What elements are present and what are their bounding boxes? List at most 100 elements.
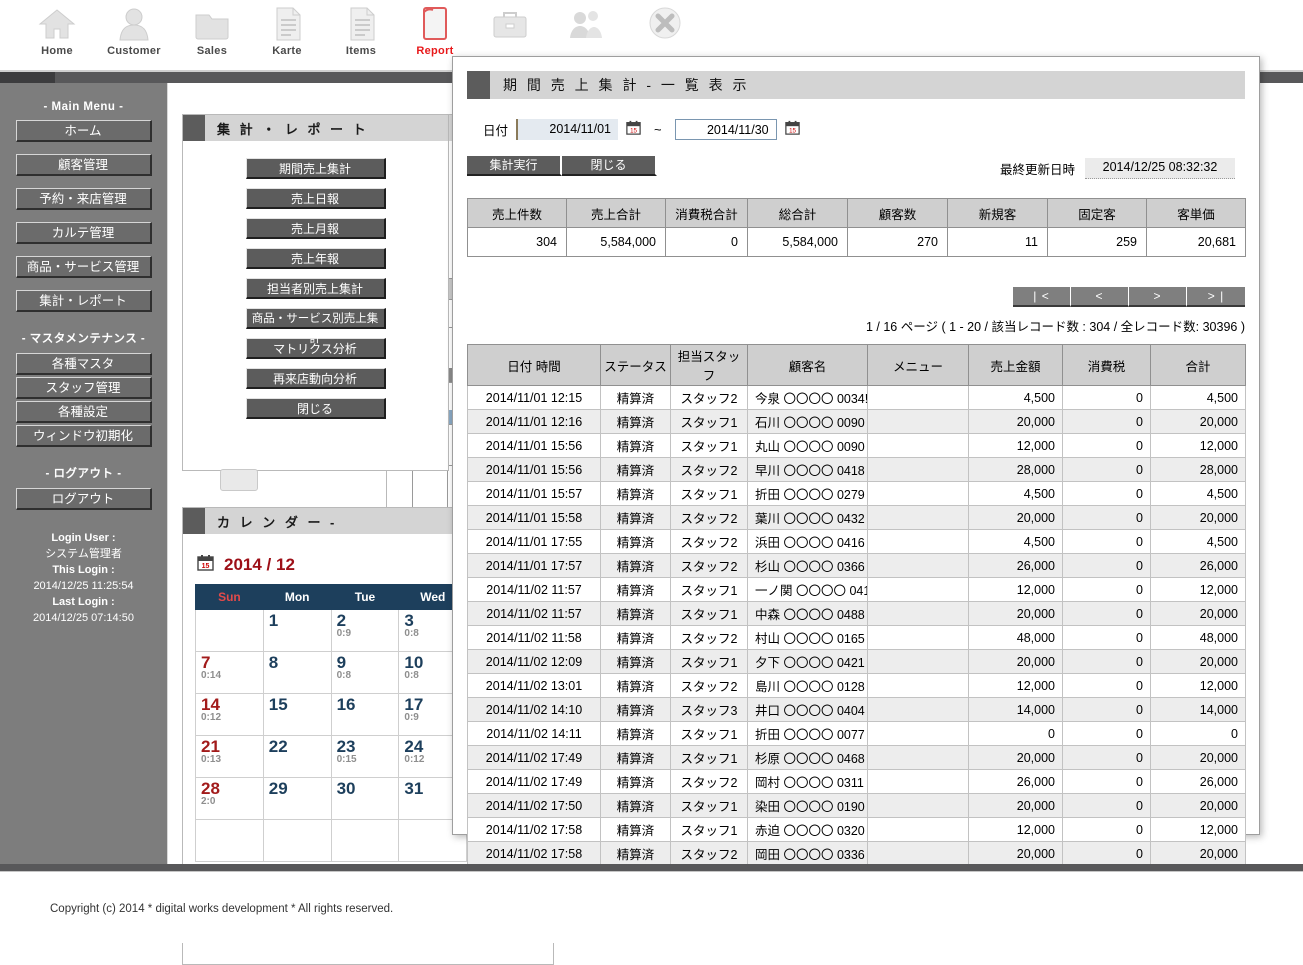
table-row[interactable]: 2014/11/02 14:11 精算済 スタッフ1 折田 〇〇〇〇 0077 0 0 0	[467, 721, 1246, 746]
grid-column-header[interactable]: 消費税	[1062, 344, 1151, 386]
summary-column-header: 売上合計	[566, 198, 666, 228]
cell-total: 14,000	[1150, 697, 1246, 722]
cell-status: 精算済	[600, 433, 671, 458]
calendar-day-cell[interactable]: 30	[330, 777, 400, 820]
sidebar-item-masters[interactable]: 各種マスタ	[15, 353, 152, 375]
page-prev-button[interactable]: <	[1071, 287, 1129, 307]
table-row[interactable]: 2014/11/01 12:15 精算済 スタッフ2 今泉 〇〇〇〇 0034! 4,5…	[467, 385, 1246, 410]
table-row[interactable]: 2014/11/02 11:57 精算済 スタッフ1 中森 〇〇〇〇 0488 20,0…	[467, 601, 1246, 626]
sidebar-item-staff[interactable]: スタッフ管理	[15, 377, 152, 399]
cell-tax: 0	[1062, 433, 1151, 458]
table-row[interactable]: 2014/11/02 17:49 精算済 スタッフ2 岡村 〇〇〇〇 0311 26,0…	[467, 769, 1246, 794]
report-btn-matrix[interactable]: マトリクス分析	[245, 338, 386, 359]
nav-item-customer[interactable]: Customer	[89, 4, 179, 68]
calendar-day-cell[interactable]: 28 2:0	[195, 777, 264, 820]
report-menu-window[interactable]: 集 計 ・ レ ポ ー ト 期間売上集計 売上日報 売上月報 売上年報 担当者別…	[182, 114, 449, 471]
calendar-day-cell[interactable]: 1	[262, 609, 332, 652]
calendar-day-cell[interactable]	[195, 819, 264, 862]
calendar-day-cell[interactable]: 22	[262, 735, 332, 778]
scroll-thumb[interactable]	[220, 469, 258, 491]
table-row[interactable]: 2014/11/01 15:56 精算済 スタッフ1 丸山 〇〇〇〇 0090 12,0…	[467, 433, 1246, 458]
sidebar-item-logout[interactable]: ログアウト	[15, 488, 152, 510]
last-update-label: 最終更新日時	[999, 163, 1075, 177]
table-row[interactable]: 2014/11/01 15:56 精算済 スタッフ2 早川 〇〇〇〇 0418 28,0…	[467, 457, 1246, 482]
calendar-day-cell[interactable]: 29	[262, 777, 332, 820]
calendar-picker-to-icon[interactable]: 15	[784, 120, 800, 138]
table-row[interactable]: 2014/11/01 15:57 精算済 スタッフ1 折田 〇〇〇〇 0279 4,50…	[467, 481, 1246, 506]
grid-column-header[interactable]: 顧客名	[747, 344, 868, 386]
report-btn-yearly[interactable]: 売上年報	[245, 248, 386, 269]
page-first-button[interactable]: | <	[1013, 287, 1071, 307]
cell-status: 精算済	[600, 649, 671, 674]
sidebar-item-settings[interactable]: 各種設定	[15, 401, 152, 423]
calendar-day-cell[interactable]: 14 0:12	[195, 693, 264, 736]
calendar-day-cell[interactable]	[330, 819, 400, 862]
calendar-picker-from-icon[interactable]: 15	[626, 120, 641, 138]
table-row[interactable]: 2014/11/02 13:01 精算済 スタッフ2 島川 〇〇〇〇 0128 12,0…	[467, 673, 1246, 698]
calendar-day-cell[interactable]: 23 0:15	[330, 735, 400, 778]
report-btn-close[interactable]: 閉じる	[245, 398, 386, 419]
page-next-button[interactable]: >	[1129, 287, 1187, 307]
report-btn-revisit[interactable]: 再来店動向分析	[245, 368, 386, 389]
report-btn-monthly[interactable]: 売上月報	[245, 218, 386, 239]
calendar-day-duration: 2:0	[201, 796, 216, 807]
cell-menu	[867, 529, 969, 554]
grid-column-header[interactable]: ステータス	[600, 344, 671, 386]
table-row[interactable]: 2014/11/02 17:58 精算済 スタッフ2 岡田 〇〇〇〇 0336 20,0…	[467, 841, 1246, 866]
sidebar-item-reservation[interactable]: 予約・来店管理	[15, 188, 152, 210]
cell-total: 20,000	[1150, 793, 1246, 818]
table-row[interactable]: 2014/11/01 17:57 精算済 スタッフ2 杉山 〇〇〇〇 0366 26,0…	[467, 553, 1246, 578]
report-btn-daily[interactable]: 売上日報	[245, 188, 386, 209]
calendar-day-cell[interactable]	[195, 609, 264, 652]
calendar-day-cell[interactable]	[262, 819, 332, 862]
grid-column-header[interactable]: 売上金額	[968, 344, 1063, 386]
grid-column-header[interactable]: 合計	[1150, 344, 1246, 386]
calendar-day-cell[interactable]: 9 0:8	[330, 651, 400, 694]
report-btn-by-product[interactable]: 商品・サービス別売上集計	[245, 308, 386, 345]
sidebar-item-home[interactable]: ホーム	[15, 120, 152, 142]
table-row[interactable]: 2014/11/02 17:50 精算済 スタッフ1 染田 〇〇〇〇 0190 20,0…	[467, 793, 1246, 818]
calendar-day-cell[interactable]: 16	[330, 693, 400, 736]
run-aggregation-button[interactable]: 集計実行	[467, 156, 562, 176]
grid-column-header[interactable]: メニュー	[867, 344, 969, 386]
report-btn-by-staff[interactable]: 担当者別売上集計	[245, 278, 386, 299]
date-to-input[interactable]: 2014/11/30	[674, 118, 777, 140]
calendar-day-cell[interactable]: 8	[262, 651, 332, 694]
table-row[interactable]: 2014/11/02 17:49 精算済 スタッフ1 杉原 〇〇〇〇 0468 20,0…	[467, 745, 1246, 770]
table-row[interactable]: 2014/11/01 12:16 精算済 スタッフ1 石川 〇〇〇〇 0090 20,0…	[467, 409, 1246, 434]
sidebar-item-reports[interactable]: 集計・レポート	[15, 290, 152, 312]
table-row[interactable]: 2014/11/02 11:57 精算済 スタッフ1 一ノ関 〇〇〇〇 041 12,0…	[467, 577, 1246, 602]
sidebar-item-customer[interactable]: 顧客管理	[15, 154, 152, 176]
grid-body: 2014/11/01 12:15 精算済 スタッフ2 今泉 〇〇〇〇 0034! 4,5…	[467, 385, 1246, 866]
cell-staff: スタッフ1	[670, 817, 748, 842]
login-user-label: Login User :	[51, 532, 116, 544]
period-sales-summary-dialog[interactable]: 期 間 売 上 集 計 - 一 覧 表 示 日付 2014/11/01 15 ~…	[452, 56, 1260, 866]
cell-amount: 20,000	[968, 505, 1063, 530]
table-row[interactable]: 2014/11/01 17:55 精算済 スタッフ2 浜田 〇〇〇〇 0416 4,50…	[467, 529, 1246, 554]
grid-column-header[interactable]: 担当スタッフ	[670, 344, 748, 386]
table-row[interactable]: 2014/11/02 14:10 精算済 スタッフ3 井口 〇〇〇〇 0404 14,0…	[467, 697, 1246, 722]
sidebar-item-products[interactable]: 商品・サービス管理	[15, 256, 152, 278]
page-last-button[interactable]: > |	[1187, 287, 1245, 307]
calendar-day-cell[interactable]: 15	[262, 693, 332, 736]
table-row[interactable]: 2014/11/02 17:58 精算済 スタッフ1 赤迫 〇〇〇〇 0320 12,0…	[467, 817, 1246, 842]
report-btn-period-sales[interactable]: 期間売上集計	[245, 158, 386, 179]
calendar-day-cell[interactable]: 21 0:13	[195, 735, 264, 778]
calendar-day-number: 30	[336, 779, 356, 798]
sidebar-item-window-reset[interactable]: ウィンドウ初期化	[15, 425, 152, 447]
table-row[interactable]: 2014/11/02 12:09 精算済 スタッフ1 夕下 〇〇〇〇 0421 20,0…	[467, 649, 1246, 674]
summary-column-header: 客単価	[1146, 198, 1246, 228]
grid-column-header[interactable]: 日付 時間	[467, 344, 601, 386]
table-row[interactable]: 2014/11/02 11:58 精算済 スタッフ2 村山 〇〇〇〇 0165 48,0…	[467, 625, 1246, 650]
table-row[interactable]: 2014/11/01 15:58 精算済 スタッフ2 葉川 〇〇〇〇 0432 20,0…	[467, 505, 1246, 530]
cell-total: 20,000	[1150, 409, 1246, 434]
close-dialog-button[interactable]: 閉じる	[562, 156, 657, 176]
calendar-day-cell[interactable]: 7 0:14	[195, 651, 264, 694]
cell-total: 4,500	[1150, 529, 1246, 554]
date-from-input[interactable]: 2014/11/01	[516, 118, 619, 140]
cell-tax: 0	[1062, 529, 1151, 554]
cell-menu	[867, 481, 969, 506]
summary-value-cell: 5,584,000	[747, 227, 848, 257]
sidebar-item-karte[interactable]: カルテ管理	[15, 222, 152, 244]
calendar-day-cell[interactable]: 2 0:9	[330, 609, 400, 652]
